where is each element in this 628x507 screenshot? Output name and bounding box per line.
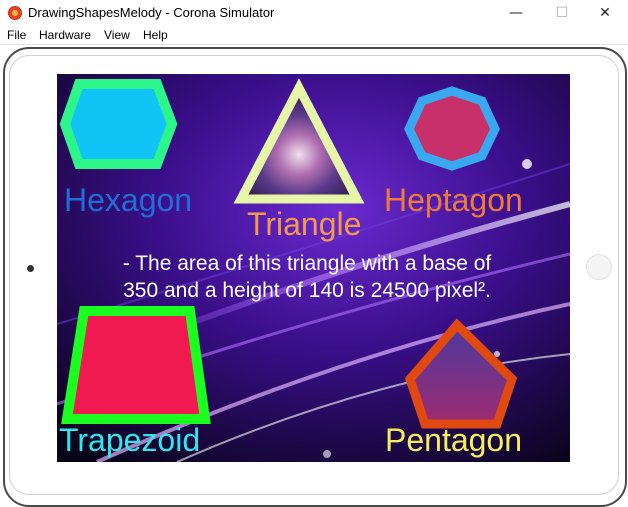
triangle-label: Triangle (247, 206, 362, 242)
sparkle (323, 450, 331, 458)
simulator-screen[interactable]: Hexagon Triangle Heptagon Trapezoid Pent… (57, 74, 570, 462)
home-button[interactable] (586, 254, 612, 280)
heptagon-shape (404, 86, 500, 171)
menu-file[interactable]: File (7, 28, 26, 42)
trapezoid-label: Trapezoid (59, 422, 201, 458)
window-title: DrawingShapesMelody - Corona Simulator (28, 5, 275, 20)
area-text-line-1: - The area of this triangle with a base … (122, 252, 492, 275)
pentagon-label: Pentagon (385, 422, 523, 458)
triangle-area-text: - The area of this triangle with a base … (57, 250, 557, 304)
menu-help[interactable]: Help (143, 28, 168, 42)
heptagon-label: Heptagon (384, 182, 523, 218)
minimize-button[interactable]: — (493, 0, 539, 26)
corona-app-icon (8, 6, 22, 20)
sparkle (522, 159, 532, 169)
hexagon-shape (59, 79, 178, 169)
menu-hardware[interactable]: Hardware (39, 28, 91, 42)
title-bar: DrawingShapesMelody - Corona Simulator —… (0, 0, 628, 26)
camera-icon (27, 265, 34, 272)
trapezoid-shape (61, 306, 211, 424)
hexagon-label: Hexagon (64, 182, 193, 218)
area-text-line-2: 350 and a height of 140 is 24500 pixel². (123, 279, 491, 302)
maximize-button[interactable]: ☐ (539, 0, 585, 26)
close-button[interactable]: ✕ (582, 0, 628, 26)
menu-bar: File Hardware View Help (0, 26, 628, 44)
menu-divider (0, 44, 628, 45)
menu-view[interactable]: View (104, 28, 130, 42)
